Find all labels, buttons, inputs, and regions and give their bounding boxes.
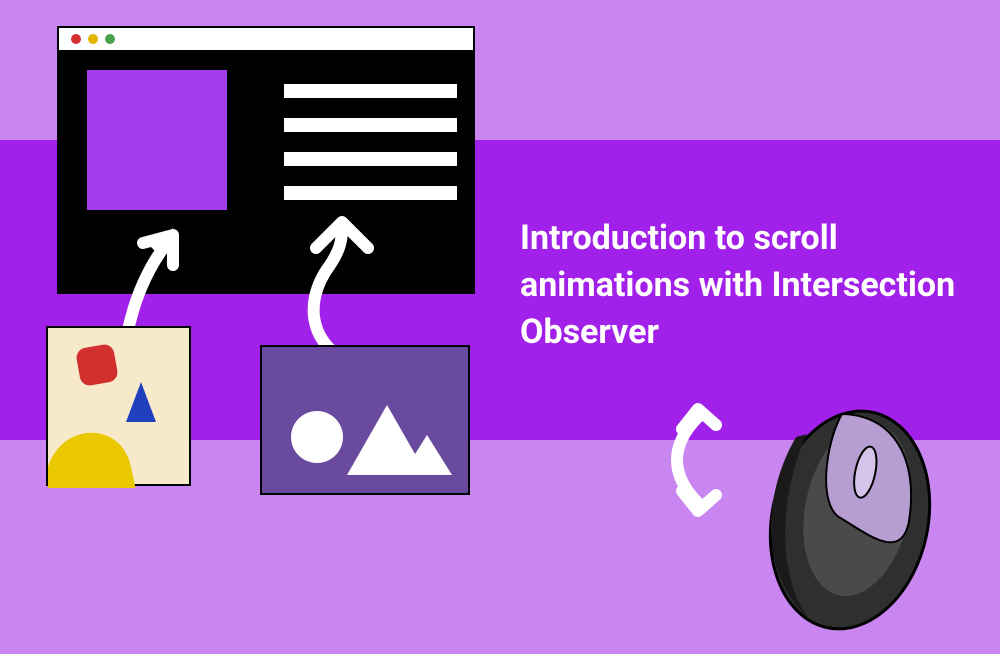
shape-card-primary <box>46 326 191 486</box>
text-line-icon <box>284 84 457 98</box>
text-line-icon <box>284 152 457 166</box>
window-control-minimize-icon <box>88 34 98 44</box>
placeholder-image-icon <box>87 70 227 210</box>
browser-chrome-bar <box>57 26 475 50</box>
shape-card-primary-art <box>48 328 193 488</box>
placeholder-text-lines <box>284 84 457 200</box>
text-line-icon <box>284 118 457 132</box>
text-line-icon <box>284 186 457 200</box>
window-control-maximize-icon <box>105 34 115 44</box>
page-title: Introduction to scroll animations with I… <box>520 215 960 356</box>
window-control-close-icon <box>71 34 81 44</box>
shape-card-monochrome <box>260 345 470 495</box>
shape-card-monochrome-art <box>262 347 472 497</box>
computer-mouse-icon <box>720 390 950 620</box>
